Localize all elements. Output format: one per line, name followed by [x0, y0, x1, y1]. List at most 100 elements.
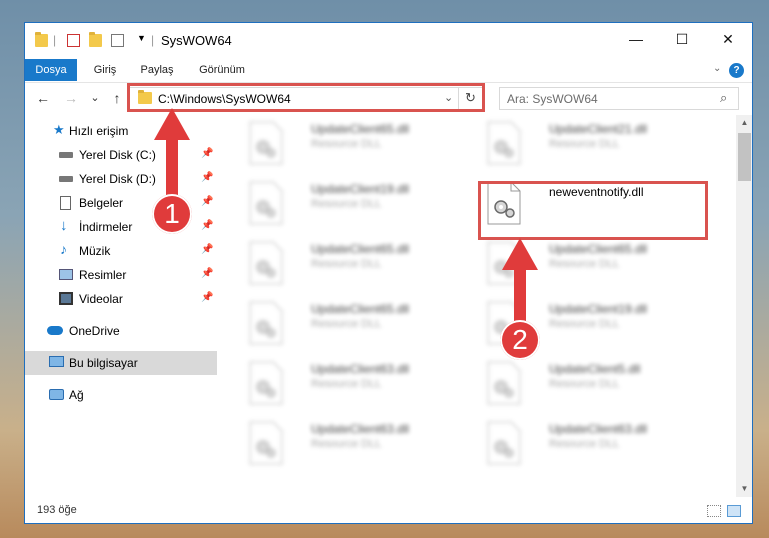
pictures-icon: [59, 269, 73, 280]
videos-icon: [59, 292, 73, 305]
tab-file[interactable]: Dosya: [25, 59, 77, 81]
tab-view[interactable]: Görünüm: [195, 59, 249, 81]
file-name: UpdateClient65.dll: [311, 122, 410, 136]
recent-locations-button[interactable]: ⌄: [85, 88, 105, 108]
sidebar-item-label: Yerel Disk (D:): [79, 172, 156, 186]
file-name: UpdateClient63.dll: [311, 422, 410, 436]
dll-file-icon: [249, 301, 283, 345]
file-item[interactable]: UpdateClient65.dll Resource DLL: [245, 117, 475, 171]
network-icon: [49, 389, 64, 400]
sidebar-item-network[interactable]: Ağ: [25, 383, 217, 407]
sidebar-item-label: Belgeler: [79, 196, 124, 210]
sidebar-item-videos[interactable]: Videolar 📌: [25, 287, 217, 311]
sidebar-item-label: Hızlı erişim: [69, 124, 129, 138]
pin-icon[interactable]: 📌: [201, 292, 213, 303]
scroll-up-icon[interactable]: ▲: [736, 115, 752, 131]
file-description: Resource DLL: [549, 318, 620, 330]
forward-button[interactable]: →: [61, 88, 81, 108]
file-item[interactable]: UpdateClient63.dll Resource DLL: [245, 417, 475, 471]
search-icon[interactable]: ⌕: [720, 90, 727, 106]
file-item[interactable]: UpdateClient21.dll Resource DLL: [483, 117, 713, 171]
scroll-thumb[interactable]: [738, 133, 751, 181]
file-description: Resource DLL: [311, 438, 382, 450]
separator: |: [53, 33, 57, 47]
file-description: Resource DLL: [311, 258, 382, 270]
file-item[interactable]: UpdateClient5.dll Resource DLL: [483, 357, 713, 411]
file-highlight: [478, 181, 708, 240]
pin-icon[interactable]: 📌: [201, 220, 213, 231]
close-button[interactable]: ✕: [705, 23, 751, 55]
pin-icon[interactable]: 📌: [201, 172, 213, 183]
cloud-icon: [47, 326, 63, 335]
pin-icon[interactable]: 📌: [201, 148, 213, 159]
sidebar-item-label: Bu bilgisayar: [69, 356, 138, 370]
sidebar-item-label: Resimler: [79, 268, 127, 282]
qat-dropdown-icon[interactable]: ▼: [137, 33, 146, 43]
file-description: Resource DLL: [311, 198, 382, 210]
sidebar-item-label: Müzik: [79, 244, 111, 258]
vertical-scrollbar[interactable]: ▲ ▼: [736, 115, 752, 497]
sidebar-item-onedrive[interactable]: OneDrive: [25, 319, 217, 343]
file-name: UpdateClient63.dll: [549, 422, 648, 436]
star-icon: ★: [53, 122, 65, 137]
back-button[interactable]: ←: [33, 88, 53, 108]
expand-ribbon-icon[interactable]: ⌄: [713, 63, 721, 74]
file-item[interactable]: UpdateClient63.dll Resource DLL: [483, 417, 713, 471]
help-button[interactable]: ?: [729, 63, 744, 78]
large-icons-view-icon[interactable]: [727, 505, 741, 517]
file-name: UpdateClient19.dll: [549, 302, 648, 316]
folder-icon[interactable]: [35, 32, 48, 47]
dll-file-icon: [249, 121, 283, 165]
dll-file-icon: [487, 361, 521, 405]
music-icon: ♪: [60, 241, 67, 257]
drive-icon: [59, 176, 73, 182]
file-item[interactable]: UpdateClient19.dll Resource DLL: [245, 177, 475, 231]
window-title: SysWOW64: [161, 33, 232, 48]
customize-icon[interactable]: [111, 34, 124, 47]
file-description: Resource DLL: [311, 138, 382, 150]
sidebar-item-label: İndirmeler: [79, 220, 133, 234]
arrow-up-icon: [154, 108, 190, 204]
dll-file-icon: [249, 181, 283, 225]
file-item[interactable]: UpdateClient65.dll Resource DLL: [245, 237, 475, 291]
sidebar-item-label: OneDrive: [69, 324, 120, 338]
search-input[interactable]: Ara: SysWOW64: [507, 92, 598, 106]
drive-icon: [59, 152, 73, 158]
file-item[interactable]: UpdateClient63.dll Resource DLL: [245, 357, 475, 411]
arrow-up-icon: [502, 238, 538, 330]
search-box[interactable]: Ara: SysWOW64 ⌕: [499, 87, 739, 110]
maximize-button[interactable]: ☐: [659, 23, 705, 55]
file-description: Resource DLL: [311, 318, 382, 330]
sidebar-item-label: Videolar: [79, 292, 123, 306]
pin-icon[interactable]: 📌: [201, 268, 213, 279]
file-list: UpdateClient65.dll Resource DLL UpdateCl…: [225, 115, 733, 493]
computer-icon: [49, 356, 64, 367]
details-view-icon[interactable]: [707, 505, 721, 517]
file-name: UpdateClient5.dll: [549, 362, 641, 376]
scroll-down-icon[interactable]: ▼: [736, 481, 752, 497]
minimize-button[interactable]: —: [613, 23, 659, 55]
tab-share[interactable]: Paylaş: [137, 59, 177, 81]
up-button[interactable]: ↑: [107, 88, 127, 108]
step-1-badge: 1: [152, 194, 192, 234]
file-name: UpdateClient65.dll: [311, 242, 410, 256]
sidebar-item-pictures[interactable]: Resimler 📌: [25, 263, 217, 287]
file-name: UpdateClient65.dll: [311, 302, 410, 316]
pin-icon[interactable]: 📌: [201, 244, 213, 255]
pin-icon[interactable]: 📌: [201, 196, 213, 207]
properties-icon[interactable]: [67, 34, 80, 47]
ribbon-tabs: Dosya Giriş Paylaş Görünüm ⌄ ?: [25, 59, 752, 83]
file-item[interactable]: UpdateClient65.dll Resource DLL: [245, 297, 475, 351]
sidebar-item-this-pc[interactable]: Bu bilgisayar: [25, 351, 217, 375]
dll-file-icon: [487, 121, 521, 165]
file-description: Resource DLL: [549, 138, 620, 150]
item-count: 193 öğe: [37, 504, 77, 516]
dll-file-icon: [487, 421, 521, 465]
file-name: UpdateClient63.dll: [311, 362, 410, 376]
new-folder-icon[interactable]: [89, 32, 102, 47]
dll-file-icon: [249, 241, 283, 285]
sidebar-item-label: Ağ: [69, 388, 84, 402]
dll-file-icon: [249, 421, 283, 465]
tab-home[interactable]: Giriş: [87, 59, 123, 81]
sidebar-item-music[interactable]: ♪ Müzik 📌: [25, 239, 217, 263]
